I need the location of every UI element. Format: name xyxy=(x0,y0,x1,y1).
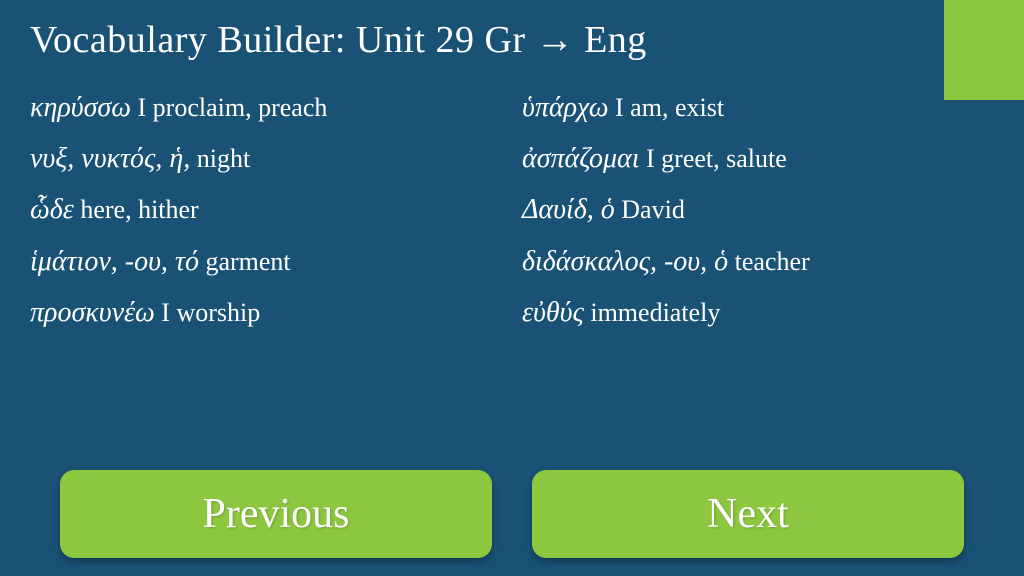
vocab-item-left-5: προσκυνέω I worship xyxy=(30,287,502,338)
next-button[interactable]: Next xyxy=(532,470,964,558)
greek-word: ἱμάτιον, -ου, τό xyxy=(30,246,199,277)
greek-word: εὐθύς xyxy=(522,297,584,328)
greek-word: ἀσπάζομαι xyxy=(522,143,640,174)
vocab-item-right-3: Δαυίδ, ὁ David xyxy=(522,184,994,235)
greek-word: ὧδε xyxy=(30,194,74,225)
english-definition: I am, exist xyxy=(609,93,725,122)
english-definition: I greet, salute xyxy=(640,144,787,173)
vocab-item-right-5: εὐθύς immediately xyxy=(522,287,994,338)
vocabulary-grid: κηρύσσω I proclaim, preach νυξ, νυκτός, … xyxy=(0,72,1024,338)
previous-button[interactable]: Previous xyxy=(60,470,492,558)
greek-word: κηρύσσω xyxy=(30,92,131,123)
vocab-item-left-3: ὧδε here, hither xyxy=(30,184,502,235)
english-definition: garment xyxy=(199,247,291,276)
vocab-item-right-2: ἀσπάζομαι I greet, salute xyxy=(522,133,994,184)
vocab-item-left-1: κηρύσσω I proclaim, preach xyxy=(30,82,502,133)
english-definition: night xyxy=(190,144,250,173)
english-definition: here, hither xyxy=(74,195,199,224)
arrow-icon: → xyxy=(536,19,575,61)
english-definition: I proclaim, preach xyxy=(131,93,327,122)
greek-word: διδάσκαλος, -ου, ὁ xyxy=(522,246,728,277)
page-title: Vocabulary Builder: Unit 29 Gr → Eng xyxy=(0,0,1024,72)
english-definition: I worship xyxy=(155,298,260,327)
vocab-item-left-4: ἱμάτιον, -ου, τό garment xyxy=(30,236,502,287)
greek-word: προσκυνέω xyxy=(30,297,155,328)
greek-word: νυξ, νυκτός, ἡ, xyxy=(30,143,190,174)
english-definition: David xyxy=(615,195,685,224)
navigation-buttons: Previous Next xyxy=(0,470,1024,558)
title-suffix: Eng xyxy=(574,19,647,61)
title-text: Vocabulary Builder: Unit 29 Gr xyxy=(30,19,536,61)
vocab-item-right-4: διδάσκαλος, -ου, ὁ teacher xyxy=(522,236,994,287)
vocab-item-left-2: νυξ, νυκτός, ἡ, night xyxy=(30,133,502,184)
greek-word: Δαυίδ, ὁ xyxy=(522,194,615,225)
green-corner-decoration xyxy=(944,0,1024,100)
english-definition: teacher xyxy=(728,247,810,276)
left-column: κηρύσσω I proclaim, preach νυξ, νυκτός, … xyxy=(30,82,502,338)
english-definition: immediately xyxy=(584,298,720,327)
greek-word: ὑπάρχω xyxy=(522,92,609,123)
right-column: ὑπάρχω I am, exist ἀσπάζομαι I greet, sa… xyxy=(522,82,994,338)
vocab-item-right-1: ὑπάρχω I am, exist xyxy=(522,82,994,133)
